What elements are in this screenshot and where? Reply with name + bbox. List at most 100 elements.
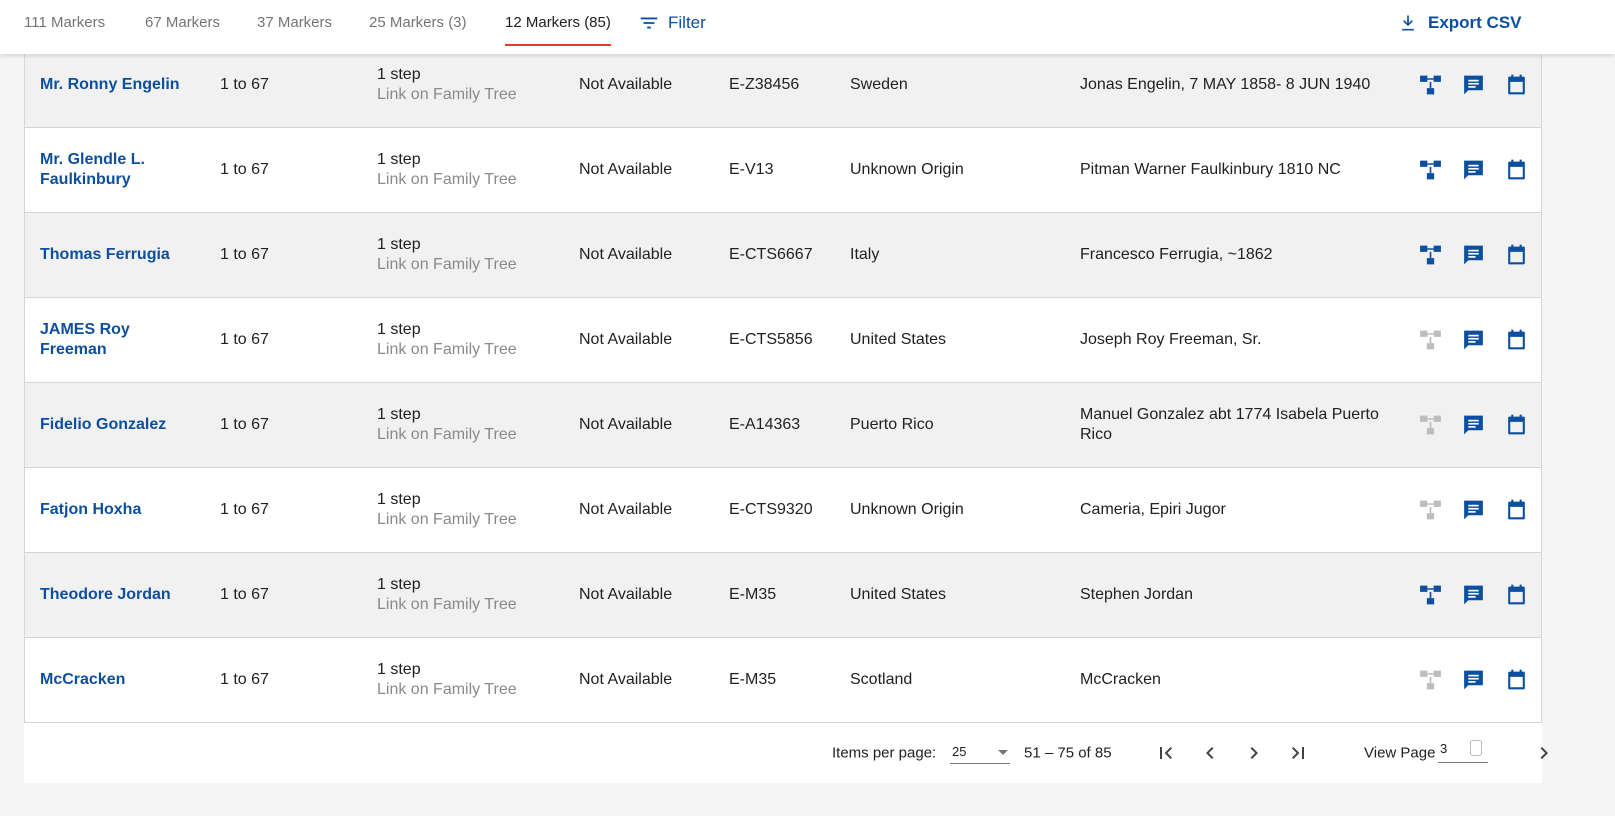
marker-range: 1 to 67 [220,586,269,603]
haplogroup: E-Z38456 [729,76,800,93]
member-name-link[interactable]: Thomas Ferrugia [40,245,190,265]
genetic-distance: 1 step Link on Family Tree [377,575,517,615]
haplogroup: E-CTS9320 [729,501,813,518]
tab-12-markers[interactable]: 12 Markers (85) [505,0,611,46]
tab-25-markers[interactable]: 25 Markers (3) [369,0,467,46]
filter-icon [640,17,658,29]
marker-range: 1 to 67 [220,331,269,348]
most-distant-ancestor: Manuel Gonzalez abt 1774 Isabela Puerto … [1080,406,1379,443]
view-page-input[interactable]: 3 [1438,739,1488,763]
number-spinner-icon[interactable] [1470,740,1482,756]
calendar-icon[interactable] [1504,328,1529,353]
calendar-icon[interactable] [1504,583,1529,608]
genetic-distance: 1 step Link on Family Tree [377,65,517,105]
tab-37-markers[interactable]: 37 Markers [257,0,332,46]
range-label: 51 – 75 of 85 [1024,744,1112,762]
member-name-link[interactable]: Fatjon Hoxha [40,500,190,520]
marker-range: 1 to 67 [220,671,269,688]
row-actions [1418,243,1529,268]
step-count: 1 step [377,491,421,508]
filter-button[interactable]: Filter [638,0,706,46]
family-tree-link[interactable]: Link on Family Tree [377,680,517,700]
availability: Not Available [579,161,673,178]
family-tree-link[interactable]: Link on Family Tree [377,170,517,190]
marker-range: 1 to 67 [220,416,269,433]
member-name-link[interactable]: Mr. Glendle L. Faulkinbury [40,150,190,190]
paginator: Items per page: 25 51 – 75 of 85 View Pa… [24,723,1548,783]
member-name-link[interactable]: Fidelio Gonzalez [40,415,190,435]
table-row: McCracken 1 to 67 1 step Link on Family … [25,638,1541,723]
most-distant-ancestor: Jonas Engelin, 7 MAY 1858- 8 JUN 1940 [1080,76,1371,93]
previous-page-icon[interactable] [1198,741,1222,765]
family-tree-link[interactable]: Link on Family Tree [377,510,517,530]
table-row: Mr. Ronny Engelin 1 to 67 1 step Link on… [25,43,1541,128]
calendar-icon[interactable] [1504,668,1529,693]
most-distant-ancestor: Francesco Ferrugia, ~1862 [1080,246,1273,263]
last-page-icon[interactable] [1286,741,1310,765]
family-tree-icon[interactable] [1418,328,1443,353]
country-of-origin: Unknown Origin [850,501,964,518]
family-tree-icon[interactable] [1418,498,1443,523]
items-per-page-select[interactable]: 25 [950,740,1010,764]
family-tree-icon[interactable] [1418,158,1443,183]
calendar-icon[interactable] [1504,158,1529,183]
family-tree-link[interactable]: Link on Family Tree [377,340,517,360]
family-tree-icon[interactable] [1418,73,1443,98]
row-actions [1418,328,1529,353]
message-icon[interactable] [1461,668,1486,693]
message-icon[interactable] [1461,583,1486,608]
tab-111-markers[interactable]: 111 Markers [24,0,105,46]
row-actions [1418,668,1529,693]
table-row: Fatjon Hoxha 1 to 67 1 step Link on Fami… [25,468,1541,553]
genetic-distance: 1 step Link on Family Tree [377,320,517,360]
calendar-icon[interactable] [1504,498,1529,523]
message-icon[interactable] [1461,413,1486,438]
step-count: 1 step [377,151,421,168]
family-tree-icon[interactable] [1418,583,1443,608]
family-tree-icon[interactable] [1418,668,1443,693]
genetic-distance: 1 step Link on Family Tree [377,660,517,700]
message-icon[interactable] [1461,328,1486,353]
member-name-link[interactable]: Theodore Jordan [40,585,190,605]
haplogroup: E-V13 [729,161,774,178]
export-csv-button[interactable]: Export CSV [1398,0,1522,46]
calendar-icon[interactable] [1504,243,1529,268]
calendar-icon[interactable] [1504,73,1529,98]
availability: Not Available [579,331,673,348]
marker-range: 1 to 67 [220,76,269,93]
country-of-origin: United States [850,586,947,603]
family-tree-link[interactable]: Link on Family Tree [377,595,517,615]
first-page-icon[interactable] [1154,741,1178,765]
calendar-icon[interactable] [1504,413,1529,438]
row-actions [1418,73,1529,98]
family-tree-link[interactable]: Link on Family Tree [377,425,517,445]
member-name-link[interactable]: JAMES Roy Freeman [40,320,190,360]
family-tree-link[interactable]: Link on Family Tree [377,255,517,275]
message-icon[interactable] [1461,498,1486,523]
genetic-distance: 1 step Link on Family Tree [377,150,517,190]
availability: Not Available [579,76,673,93]
availability: Not Available [579,416,673,433]
member-name-link[interactable]: Mr. Ronny Engelin [40,75,190,95]
message-icon[interactable] [1461,73,1486,98]
message-icon[interactable] [1461,243,1486,268]
family-tree-link[interactable]: Link on Family Tree [377,85,517,105]
results-table: Mr. Ronny Engelin 1 to 67 1 step Link on… [24,43,1542,723]
tab-67-markers[interactable]: 67 Markers [145,0,220,46]
most-distant-ancestor: Joseph Roy Freeman, Sr. [1080,331,1262,348]
go-to-page-icon[interactable] [1532,741,1556,765]
message-icon[interactable] [1461,158,1486,183]
step-count: 1 step [377,321,421,338]
table-row: Theodore Jordan 1 to 67 1 step Link on F… [25,553,1541,638]
genetic-distance: 1 step Link on Family Tree [377,235,517,275]
caret-down-icon [998,750,1008,755]
haplogroup: E-M35 [729,671,777,688]
next-page-icon[interactable] [1242,741,1266,765]
table-row: JAMES Roy Freeman 1 to 67 1 step Link on… [25,298,1541,383]
step-count: 1 step [377,406,421,423]
haplogroup: E-A14363 [729,416,801,433]
country-of-origin: Sweden [850,76,908,93]
family-tree-icon[interactable] [1418,243,1443,268]
member-name-link[interactable]: McCracken [40,670,190,690]
family-tree-icon[interactable] [1418,413,1443,438]
